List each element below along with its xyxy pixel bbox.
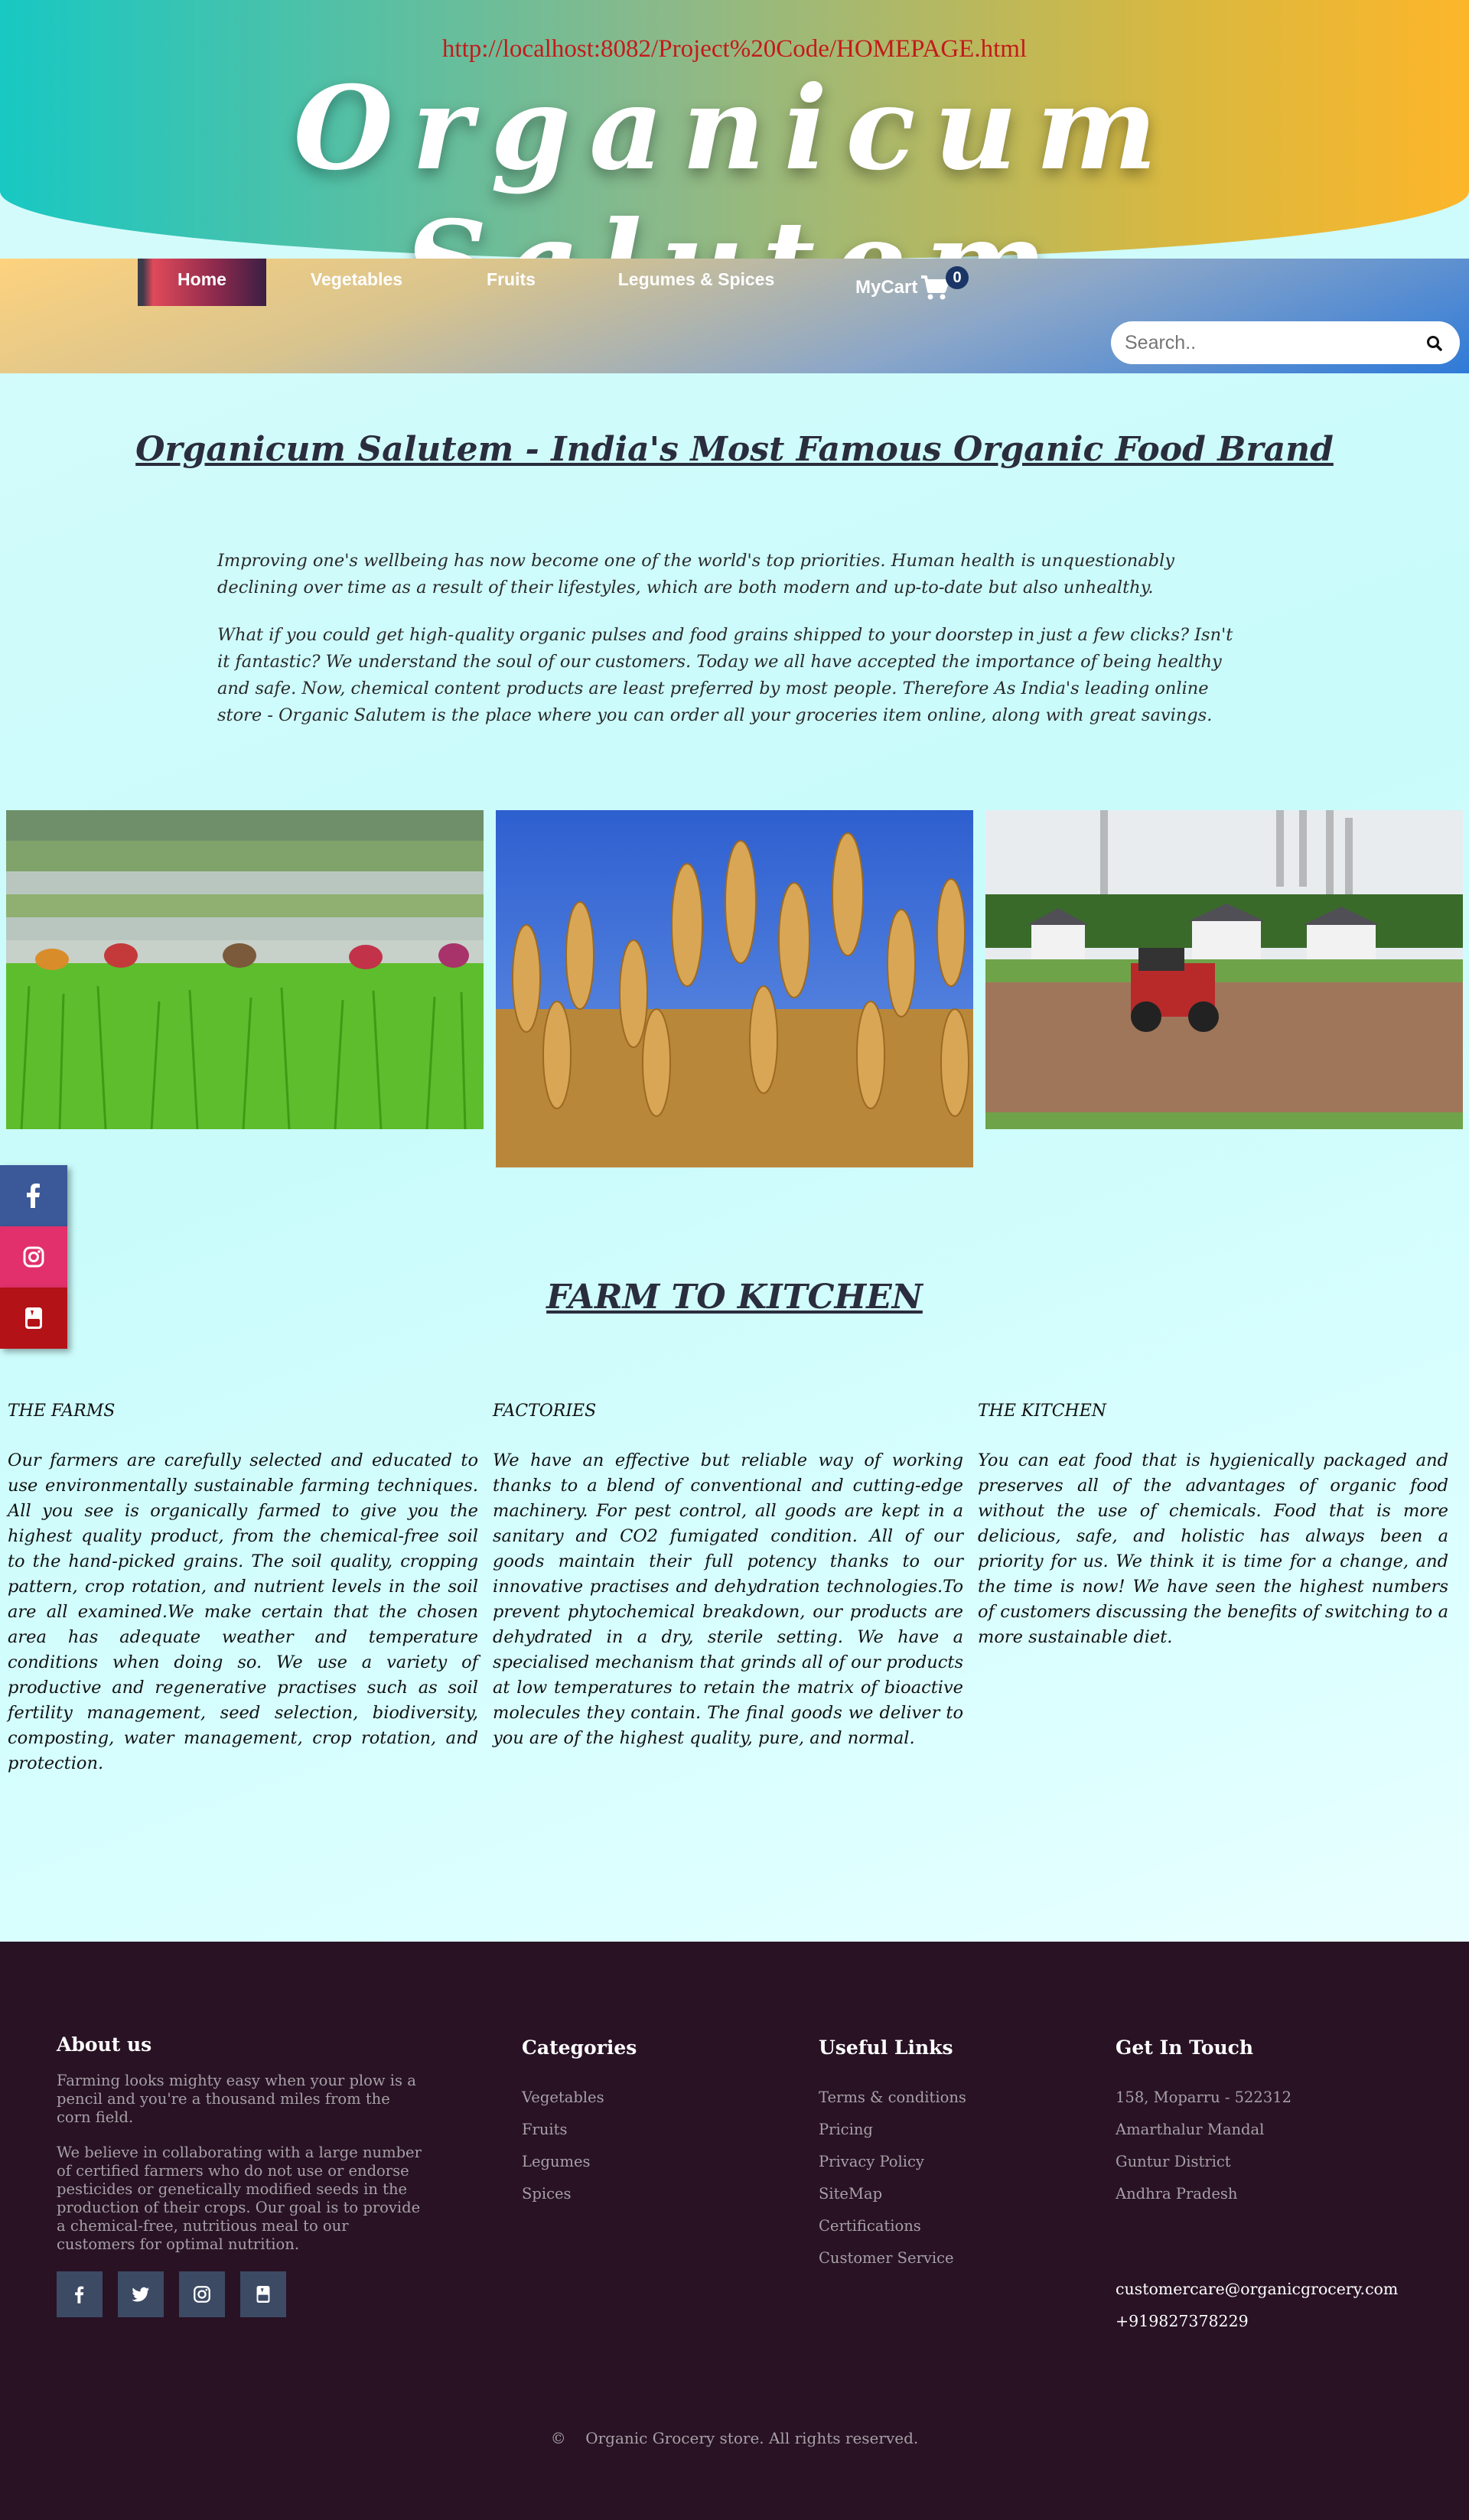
kitchen-heading: THE KITCHEN (978, 1402, 1107, 1421)
copyright-symbol: © (550, 2429, 566, 2447)
wheat-field-photo (496, 810, 973, 1167)
categories-heading: Categories (522, 2037, 637, 2059)
farms-heading: THE FARMS (8, 1402, 116, 1421)
nav-home[interactable]: Home (138, 259, 266, 306)
facebook-button[interactable] (0, 1165, 67, 1226)
contact-phone[interactable]: +919827378229 (1116, 2312, 1249, 2330)
address-line: Amarthalur Mandal (1116, 2121, 1265, 2138)
instagram-icon (23, 1246, 44, 1268)
footer-link-sitemap[interactable]: SiteMap (819, 2185, 882, 2203)
farm-to-kitchen-title: FARM TO KITCHEN (546, 1278, 923, 1317)
footer-link-legumes[interactable]: Legumes (522, 2153, 591, 2170)
footer-link-customer-service[interactable]: Customer Service (819, 2249, 954, 2267)
kitchen-text: You can eat food that is hygienically pa… (978, 1450, 1448, 1647)
contact-email[interactable]: customercare@organicgrocery.com (1116, 2280, 1398, 2298)
facebook-icon (27, 1183, 40, 1208)
nav-legumes-spices[interactable]: Legumes & Spices (604, 259, 788, 306)
footer-link-vegetables[interactable]: Vegetables (522, 2089, 604, 2106)
footer-youtube-button[interactable] (240, 2271, 286, 2317)
youtube-icon (256, 2285, 270, 2303)
footer-link-spices[interactable]: Spices (522, 2185, 572, 2203)
address-line: 158, Moparru - 522312 (1116, 2089, 1292, 2106)
contact-heading: Get In Touch (1116, 2037, 1254, 2059)
mycart-label: MyCart (855, 277, 918, 298)
cart-count-badge: 0 (946, 266, 969, 289)
rice-field-photo (6, 810, 484, 1129)
nav-vegetables[interactable]: Vegetables (289, 259, 424, 306)
twitter-icon (132, 2287, 150, 2302)
intro-title: Organicum Salutem - India's Most Famous … (135, 430, 1334, 469)
footer-link-fruits[interactable]: Fruits (522, 2121, 568, 2138)
farms-text: Our farmers are carefully selected and e… (8, 1450, 478, 1773)
footer-link-pricing[interactable]: Pricing (819, 2121, 873, 2138)
search-input[interactable] (1125, 327, 1415, 358)
footer-instagram-button[interactable] (179, 2271, 225, 2317)
mycart-link[interactable]: MyCart (855, 272, 950, 303)
factories-text: We have an effective but reliable way of… (493, 1450, 963, 1748)
about-heading: About us (57, 2033, 152, 2056)
footer-twitter-button[interactable] (118, 2271, 164, 2317)
about-paragraph-1: Farming looks mighty easy when your plow… (57, 2072, 416, 2126)
footer-link-certifications[interactable]: Certifications (819, 2217, 921, 2235)
intro-paragraph-2: What if you could get high-quality organ… (217, 625, 1233, 725)
footer-facebook-button[interactable] (57, 2271, 103, 2317)
nav-fruits[interactable]: Fruits (458, 259, 565, 306)
factories-heading: FACTORIES (493, 1402, 597, 1421)
footer-link-terms[interactable]: Terms & conditions (819, 2089, 966, 2106)
tractor-field-photo (985, 810, 1463, 1129)
address-line: Guntur District (1116, 2153, 1231, 2170)
search-icon[interactable] (1423, 332, 1446, 355)
intro-paragraph-1: Improving one's wellbeing has now become… (217, 551, 1174, 597)
copyright: © Organic Grocery store. All rights rese… (0, 2429, 1469, 2447)
nav-bar: Home Vegetables Fruits Legumes & Spices … (0, 259, 1469, 373)
address-line: Andhra Pradesh (1116, 2185, 1238, 2203)
footer-link-privacy[interactable]: Privacy Policy (819, 2153, 924, 2170)
useful-links-heading: Useful Links (819, 2037, 953, 2059)
instagram-icon (194, 2286, 210, 2303)
page-url: http://localhost:8082/Project%20Code/HOM… (441, 35, 1028, 63)
search-box (1111, 321, 1460, 364)
facebook-icon (75, 2286, 84, 2303)
copyright-text: Organic Grocery store. All rights reserv… (585, 2429, 919, 2447)
about-paragraph-2: We believe in collaborating with a large… (57, 2144, 422, 2253)
